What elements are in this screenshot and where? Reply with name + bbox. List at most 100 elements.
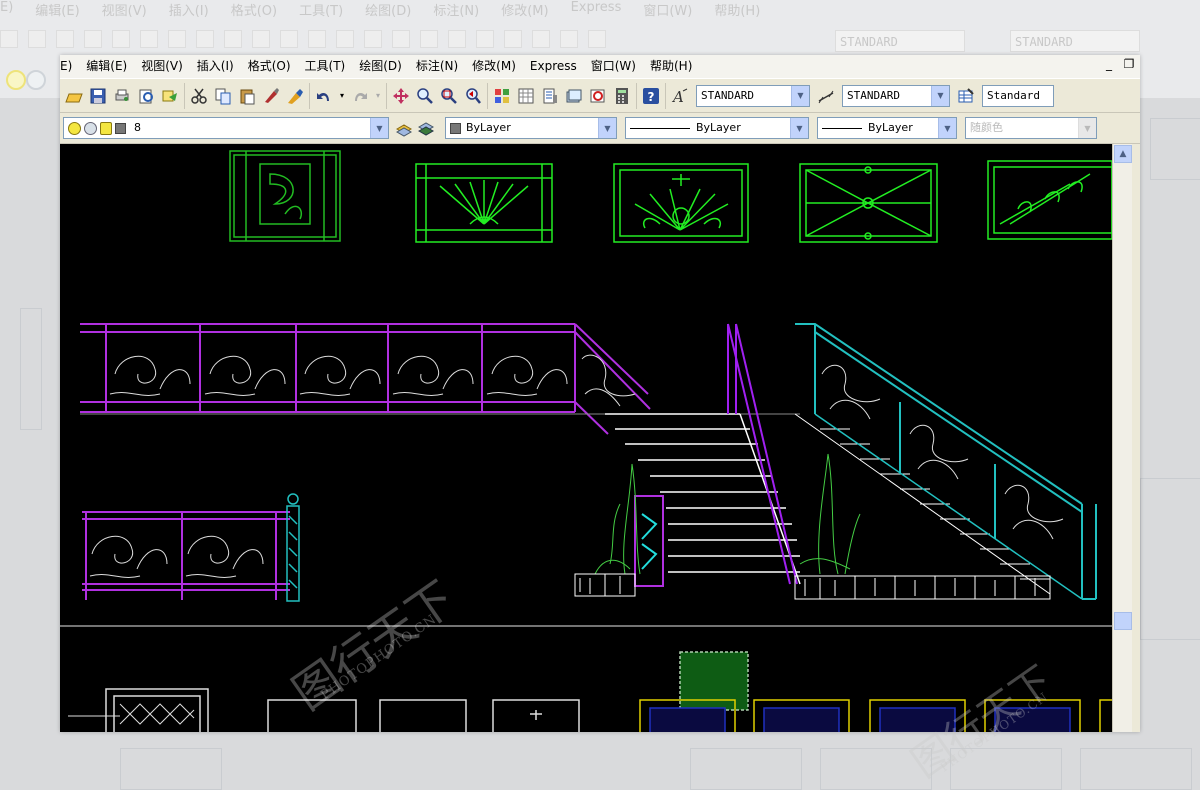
bg-text-style: STANDARD	[835, 30, 965, 52]
selected-element[interactable]	[679, 651, 749, 711]
open-icon[interactable]	[63, 85, 85, 107]
bottom-elements	[68, 651, 1112, 732]
bg-menu-item: Express	[570, 0, 622, 15]
zoom-realtime-icon[interactable]	[414, 85, 436, 107]
layer-lock-icon[interactable]	[100, 121, 112, 135]
table-style-value: Standard	[987, 88, 1040, 102]
chevron-down-icon[interactable]: ▼	[938, 118, 956, 138]
chevron-down-icon[interactable]: ▼	[931, 85, 949, 106]
menu-format[interactable]: 格式(O)	[241, 55, 298, 78]
chevron-down-icon[interactable]: ▼	[598, 118, 616, 138]
linetype-sample	[630, 127, 690, 129]
menu-edit[interactable]: 编辑(E)	[79, 55, 134, 78]
bg-menu-item: 插入(I)	[168, 4, 209, 19]
right-railing	[795, 323, 1097, 600]
make-current-layer-icon[interactable]	[393, 117, 415, 139]
table-style-icon[interactable]	[955, 85, 977, 107]
tool-palettes-icon[interactable]	[539, 85, 561, 107]
panel-5	[987, 160, 1112, 240]
cad-drawing	[60, 150, 1112, 732]
chevron-down-icon[interactable]: ▼	[790, 118, 808, 138]
menu-dimension[interactable]: 标注(N)	[409, 55, 465, 78]
pan-icon[interactable]	[390, 85, 412, 107]
paste-icon[interactable]	[236, 85, 258, 107]
toolbar-view-group	[387, 82, 488, 109]
lower-railing	[82, 511, 290, 600]
layers-toolbar: 8 ▼ ByLayer ▼ ByLayer ▼ ByLayer ▼ 随颜色 ▼	[60, 113, 1140, 144]
plot-style-value: 随颜色	[970, 121, 1003, 134]
dimension-style-icon[interactable]	[815, 85, 837, 107]
match-properties-icon[interactable]	[260, 85, 282, 107]
menu-tools[interactable]: 工具(T)	[298, 55, 353, 78]
menu-modify[interactable]: 修改(M)	[465, 55, 523, 78]
menu-express[interactable]: Express	[523, 55, 584, 78]
sheet-set-icon[interactable]	[563, 85, 585, 107]
bg-menubar: E) 编辑(E) 视图(V) 插入(I) 格式(O) 工具(T) 绘图(D) 标…	[0, 0, 1200, 19]
bg-menu-item: 标注(N)	[433, 4, 480, 19]
stones-left	[574, 573, 636, 597]
chevron-down-icon[interactable]: ▼	[370, 118, 388, 138]
window-controls: _ ❐	[1102, 58, 1136, 72]
linetype-control-select[interactable]: ByLayer ▼	[625, 117, 809, 139]
zoom-window-icon[interactable]	[438, 85, 460, 107]
undo-dropdown-icon[interactable]: ▾	[337, 85, 347, 107]
color-control-select[interactable]: ByLayer ▼	[445, 117, 617, 139]
plot-icon[interactable]	[111, 85, 133, 107]
redo-icon[interactable]	[349, 85, 371, 107]
menu-view[interactable]: 视图(V)	[134, 55, 190, 78]
layer-freeze-icon[interactable]	[84, 121, 97, 135]
bg-menu-item: 窗口(W)	[643, 4, 693, 19]
plot-preview-icon[interactable]	[135, 85, 157, 107]
zoom-previous-icon[interactable]	[462, 85, 484, 107]
dimension-style-select[interactable]: STANDARD ▼	[842, 84, 950, 107]
menu-help[interactable]: 帮助(H)	[643, 55, 699, 78]
menu-window[interactable]: 窗口(W)	[584, 55, 643, 78]
properties-icon[interactable]	[491, 85, 513, 107]
block-editor-icon[interactable]	[284, 85, 306, 107]
design-center-icon[interactable]	[515, 85, 537, 107]
bg-toolbar-icons	[0, 30, 606, 52]
lineweight-control-select[interactable]: ByLayer ▼	[817, 117, 957, 139]
vertical-scrollbar[interactable]: ▲	[1112, 144, 1133, 732]
scroll-thumb[interactable]	[1114, 612, 1132, 630]
right-railing-ornaments	[821, 364, 1064, 540]
layer-on-icon[interactable]	[68, 121, 81, 135]
scroll-up-icon[interactable]: ▲	[1114, 145, 1132, 163]
layer-previous-icon[interactable]	[415, 117, 437, 139]
minimize-button[interactable]: _	[1102, 58, 1116, 72]
drawing-area[interactable]	[60, 144, 1112, 732]
current-layer-name: 8	[134, 121, 141, 134]
bg-menu-item: 绘图(D)	[365, 4, 412, 19]
toolbar-undo-group: ▾ ▾	[310, 82, 387, 109]
layer-select[interactable]: 8 ▼	[63, 117, 389, 139]
text-style-select[interactable]: STANDARD ▼	[696, 84, 810, 107]
copy-icon[interactable]	[212, 85, 234, 107]
menu-draw[interactable]: 绘图(D)	[352, 55, 409, 78]
restore-button[interactable]: ❐	[1122, 58, 1136, 72]
chevron-down-icon[interactable]: ▼	[791, 85, 809, 106]
table-style-select[interactable]: Standard	[982, 84, 1054, 107]
undo-icon[interactable]	[313, 85, 335, 107]
chevron-down-icon: ▼	[1078, 118, 1096, 138]
plot-style-select: 随颜色 ▼	[965, 117, 1097, 139]
bg-menu-item: 编辑(E)	[35, 4, 80, 19]
save-icon[interactable]	[87, 85, 109, 107]
panel-1	[229, 150, 341, 242]
bg-sun-icon	[26, 70, 46, 90]
bg-dim-style: STANDARD	[1010, 30, 1140, 52]
color-swatch	[450, 122, 461, 134]
redo-dropdown-icon[interactable]: ▾	[373, 85, 383, 107]
help-icon[interactable]: ?	[640, 85, 662, 107]
text-style-icon[interactable]: A	[669, 85, 691, 107]
menu-insert[interactable]: 插入(I)	[190, 55, 241, 78]
publish-icon[interactable]	[159, 85, 181, 107]
stair-newel	[634, 495, 664, 587]
cut-icon[interactable]	[188, 85, 210, 107]
bg-bulb-icon	[6, 70, 26, 90]
bg-menu-item: 格式(O)	[230, 4, 278, 19]
markup-set-icon[interactable]	[587, 85, 609, 107]
quickcalc-icon[interactable]	[611, 85, 633, 107]
menu-file-partial[interactable]: E)	[60, 55, 79, 78]
stones-right	[794, 575, 1051, 600]
panel-4	[799, 163, 938, 243]
